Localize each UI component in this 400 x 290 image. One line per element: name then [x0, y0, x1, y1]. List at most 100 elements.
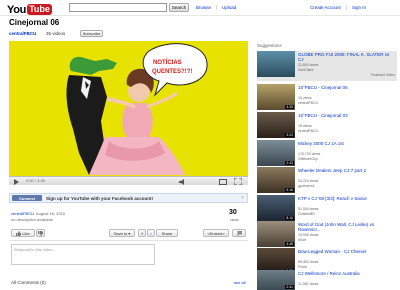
suggestion-channel: OffshoreGuy — [298, 157, 318, 161]
duration-badge: 3:24 — [285, 133, 294, 137]
actions-divider — [9, 240, 248, 241]
suggestion-title[interactable]: CJ Wellsmore / Reinz Australia — [298, 271, 393, 276]
suggestion-title[interactable]: Wheeler Dealers Jeep CJ-7 part 2 — [298, 168, 393, 173]
comment-input[interactable]: Respond to this video... — [11, 244, 155, 265]
duration-badge: 8:10 — [285, 216, 294, 220]
close-icon[interactable]: × — [241, 195, 244, 201]
facebook-icon: f — [141, 230, 143, 236]
suggestion-channel: centralFBCU — [298, 129, 319, 133]
play-icon[interactable] — [13, 179, 19, 185]
video-frame-illustration — [9, 41, 248, 176]
suggestion-title[interactable]: 15°FBCU - Cinejornal 03 — [298, 113, 393, 118]
save-to-button[interactable]: Save to ▾ — [109, 229, 135, 237]
featured-label: Featured Video — [371, 73, 395, 77]
duration-badge: 3:39 — [285, 105, 294, 109]
suggestion-thumbnail[interactable]: 2:41 — [257, 270, 295, 290]
bubble-text-line1: NOTÍCIAS — [153, 60, 182, 66]
volume-icon[interactable] — [179, 179, 187, 185]
size-toggle-icon[interactable] — [219, 179, 227, 185]
like-button[interactable]: Like — [11, 229, 35, 237]
suggestion-channel: centralFBCU — [298, 101, 319, 105]
suggestion-channel: SurfClaire — [298, 68, 314, 72]
suggestion-item[interactable]: 4:48 Word of God (John Wall, CJ Leslie) … — [257, 221, 397, 251]
facebook-connect-button[interactable]: Connect — [12, 195, 42, 201]
see-all-comments-link[interactable]: see all — [234, 280, 246, 285]
suggestion-title[interactable]: Mickey 2000 CJ 1A 1st — [298, 141, 393, 146]
channel-link[interactable]: centralFBCU — [9, 31, 36, 36]
facebook-share-button[interactable]: f — [138, 229, 146, 237]
sign-in-link[interactable]: Sign In — [352, 5, 366, 10]
logo-tube: Tube — [27, 4, 52, 15]
upload-link[interactable]: Upload — [222, 5, 236, 10]
suggestion-channel: ChaletsBD — [298, 212, 315, 216]
suggestion-item[interactable]: 9:16 Wheeler Dealers Jeep CJ-7 part 2 34… — [257, 167, 397, 197]
browse-link[interactable]: Browse — [196, 5, 211, 10]
flag-button[interactable] — [232, 229, 246, 237]
suggestion-thumbnail[interactable]: 9:16 — [257, 167, 295, 193]
suggestion-views: 15 views — [298, 124, 312, 128]
duration-badge: 9:16 — [285, 188, 294, 192]
videos-count[interactable]: 35 videos — [46, 31, 65, 36]
suggestion-views: 34,224 views — [298, 179, 319, 183]
header-divider — [0, 15, 400, 16]
views-count: 30 — [229, 209, 237, 216]
suggestion-views: 10,906 views — [298, 233, 319, 237]
save-to-label: Save to — [113, 230, 128, 236]
bubble-text-line2: QUENTES?!?! — [152, 69, 193, 75]
facebook-promo-text: Sign up for YouTube with your Facebook a… — [46, 196, 154, 201]
suggestion-item[interactable]: GLOBE PRO FIJI 2008: FINAL K. SLATER vs … — [257, 51, 397, 81]
time-display: 0:00 / 3:39 — [26, 178, 45, 183]
suggestion-views: 15 views — [298, 96, 312, 100]
comments-title: All Comments (0) — [11, 280, 46, 285]
thumbs-up-icon — [16, 230, 22, 236]
suggestion-title[interactable]: Bow-Legged Woman - CJ Chenier — [298, 249, 393, 254]
like-label: Like — [22, 230, 30, 236]
suggestion-item[interactable]: 2:41 CJ Wellsmore / Reinz Australia 21,0… — [257, 270, 397, 290]
flag-icon — [237, 230, 242, 236]
suggestion-thumbnail[interactable]: 4:48 — [257, 221, 295, 247]
duration-badge: 2:43 — [285, 161, 294, 165]
suggestion-channel: Shoe — [298, 238, 307, 242]
views-label: views — [230, 218, 239, 222]
suggestion-views: 51,004 views — [298, 207, 319, 211]
subscribe-button[interactable]: Subscribe — [80, 30, 103, 37]
video-player[interactable] — [9, 41, 248, 176]
twitter-share-button[interactable]: t — [147, 229, 155, 237]
suggestion-thumbnail[interactable]: 2:43 — [257, 140, 295, 166]
suggestion-title[interactable]: 15°FBCU - Cinejornal 06 — [298, 85, 393, 90]
suggestion-title[interactable]: Word of God (John Wall, CJ Leslie) vs. R… — [298, 222, 393, 232]
suggestion-item[interactable]: 3:39 15°FBCU - Cinejornal 06 15 views ce… — [257, 84, 397, 114]
upload-date: August 16, 2010 — [36, 211, 66, 216]
suggestions-title: Suggestions — [257, 43, 282, 48]
nav-divider: | — [346, 5, 348, 10]
suggestion-thumbnail[interactable] — [257, 51, 295, 77]
dislike-button[interactable] — [36, 229, 45, 237]
embed-button[interactable]: <Embed> — [203, 229, 229, 237]
suggestion-item[interactable]: 2:43 Mickey 2000 CJ 1A 1st 170,703 views… — [257, 140, 397, 170]
suggestion-views: 170,703 views — [298, 152, 321, 156]
video-description: no description available — [11, 217, 53, 222]
suggestion-thumbnail[interactable]: 3:24 — [257, 112, 295, 138]
suggestion-views: 55,453 views — [298, 260, 319, 264]
suggestion-item[interactable]: 3:24 15°FBCU - Cinejornal 03 15 views ce… — [257, 112, 397, 142]
suggestion-title[interactable]: KTP v CJ '08 [3/3]: Reach v Savior — [298, 196, 393, 201]
twitter-icon: t — [150, 230, 152, 236]
fullscreen-icon[interactable] — [234, 178, 242, 185]
suggestion-thumbnail[interactable]: 3:39 — [257, 84, 295, 110]
suggestion-views: 21,081 views — [298, 282, 319, 286]
create-account-link[interactable]: Create Account — [310, 5, 341, 10]
suggestion-channel: gpdriver44 — [298, 184, 315, 188]
suggestion-channel: Pnuts — [298, 265, 307, 269]
search-button[interactable]: Search — [169, 3, 189, 12]
suggestion-thumbnail[interactable]: 8:10 — [257, 195, 295, 221]
duration-badge: 2:41 — [285, 285, 294, 289]
uploader-link[interactable]: centralFBCU — [11, 211, 34, 216]
logo-you: You — [7, 3, 27, 16]
nav-divider: | — [216, 5, 218, 10]
share-button[interactable]: Share — [156, 229, 178, 237]
thumbs-down-icon — [38, 230, 43, 236]
search-input[interactable] — [69, 3, 167, 12]
video-title: Cinejornal 06 — [9, 18, 60, 27]
duration-badge: 4:48 — [285, 242, 294, 246]
suggestion-title[interactable]: GLOBE PRO FIJI 2008: FINAL K. SLATER vs … — [298, 52, 393, 62]
